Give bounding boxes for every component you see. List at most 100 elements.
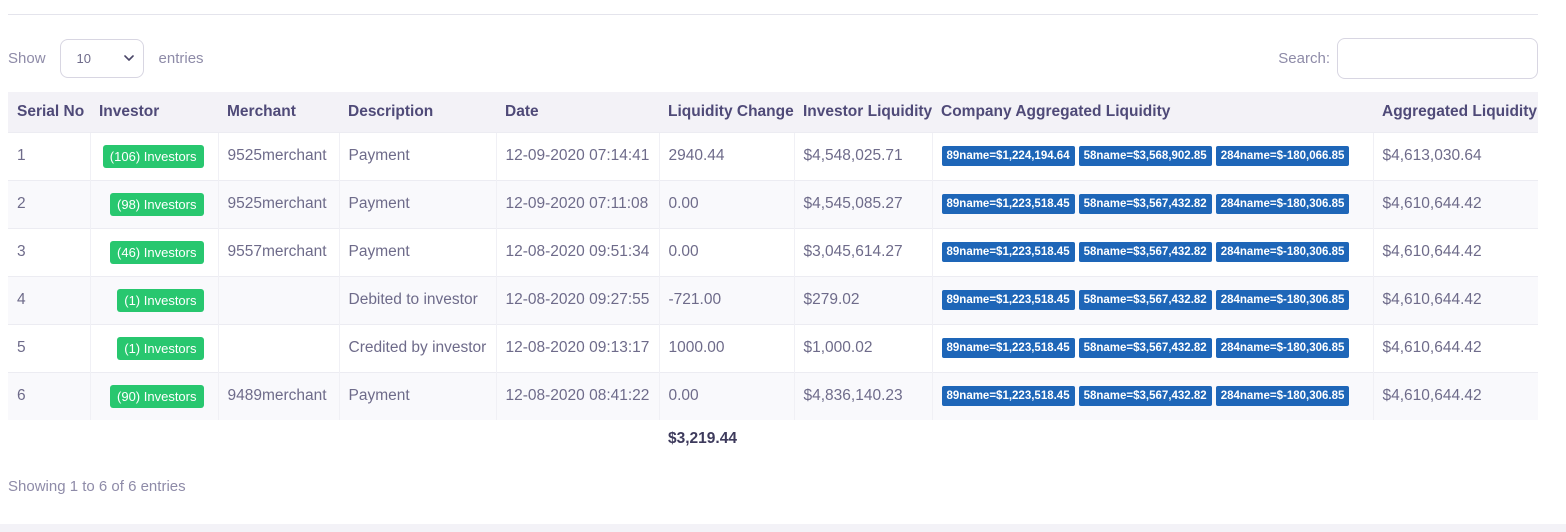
company-liquidity-badge: 58name=$3,567,432.82 [1078, 194, 1212, 214]
header-liquidity-change[interactable]: Liquidity Change [659, 92, 794, 132]
table-row: 5 (1) Investors Credited by investor 12-08-… [8, 323, 1538, 372]
liquidity-change-cell: 1000.00 [658, 323, 794, 372]
company-liquidity-badge: 89name=$1,223,518.45 [941, 242, 1075, 262]
date-cell: 12-08-2020 09:13:17 [495, 323, 659, 372]
liquidity-change-cell: 0.00 [658, 179, 794, 228]
merchant-cell: 9525merchant [217, 179, 339, 228]
description-cell: Payment [338, 371, 496, 420]
header-date[interactable]: Date [496, 92, 659, 132]
chevron-down-icon [123, 55, 134, 61]
investor-cell: (1) Investors [89, 275, 218, 324]
search-control: Search: [1278, 38, 1538, 79]
header-investor-liquidity[interactable]: Investor Liquidity [794, 92, 932, 132]
aggregated-liquidity-cell: $4,610,644.42 [1372, 323, 1538, 372]
aggregated-liquidity-cell: $4,610,644.42 [1372, 275, 1538, 324]
description-cell: Debited to investor [338, 275, 496, 324]
company-liquidity-badge: 89name=$1,223,518.45 [941, 194, 1075, 214]
date-cell: 12-09-2020 07:14:41 [495, 131, 659, 180]
header-company-aggregated-liquidity[interactable]: Company Aggregated Liquidity [932, 92, 1373, 132]
aggregated-liquidity-cell: $4,610,644.42 [1372, 371, 1538, 420]
liquidity-change-cell: 0.00 [658, 227, 794, 276]
serial-no-cell: 5 [8, 323, 90, 372]
company-liquidity-badge: 58name=$3,567,432.82 [1078, 386, 1212, 407]
aggregated-liquidity-cell: $4,610,644.42 [1372, 227, 1538, 276]
investor-cell: (106) Investors [89, 131, 218, 180]
liquidity-change-total: $3,219.44 [668, 430, 737, 447]
liquidity-change-cell: 0.00 [658, 371, 794, 420]
company-aggregated-liquidity-cell: 89name=$1,223,518.45 58name=$3,567,432.82… [931, 275, 1373, 324]
merchant-cell: 9525merchant [217, 131, 339, 180]
liquidity-change-cell: 2940.44 [658, 131, 794, 180]
investor-count-badge[interactable]: (106) Investors [102, 144, 204, 168]
liquidity-table: Serial No Investor Merchant Description … [8, 92, 1538, 458]
header-investor[interactable]: Investor [90, 92, 218, 132]
date-cell: 12-08-2020 09:27:55 [495, 275, 659, 324]
header-description[interactable]: Description [339, 92, 496, 132]
header-aggregated-liquidity[interactable]: Aggregated Liquidity [1373, 92, 1538, 132]
page-length-value: 10 [76, 50, 91, 66]
entries-label: entries [158, 49, 204, 67]
search-label: Search: [1278, 50, 1330, 67]
company-liquidity-badge: 284name=$-180,306.85 [1215, 338, 1350, 358]
date-cell: 12-08-2020 08:41:22 [495, 371, 659, 420]
top-divider [8, 14, 1538, 15]
merchant-cell: 9557merchant [217, 227, 339, 276]
description-cell: Credited by investor [338, 323, 496, 372]
company-liquidity-badge: 89name=$1,223,518.45 [941, 386, 1075, 407]
company-liquidity-badge: 58name=$3,567,432.82 [1078, 242, 1212, 262]
table-row: 4 (1) Investors Debited to investor 12-08-2… [8, 275, 1538, 324]
page-length-select[interactable]: 10 [59, 38, 144, 78]
company-liquidity-badge: 284name=$-180,066.85 [1215, 146, 1350, 166]
table-controls: Show 10 entries Search: [8, 38, 1538, 79]
liquidity-change-cell: -721.00 [658, 275, 794, 324]
table-row: 2 (98) Investors 9525merchant Payment 12-09-… [8, 179, 1538, 228]
company-liquidity-badge: 58name=$3,568,902.85 [1078, 146, 1212, 166]
investor-count-badge[interactable]: (98) Investors [110, 192, 204, 216]
table-row: 1 (106) Investors 9525merchant Payment 12-09… [8, 131, 1538, 180]
header-serial-no[interactable]: Serial No [8, 92, 90, 132]
search-input[interactable] [1337, 38, 1538, 79]
investor-liquidity-cell: $4,836,140.23 [793, 371, 932, 420]
serial-no-cell: 6 [8, 371, 90, 420]
header-merchant[interactable]: Merchant [218, 92, 339, 132]
investor-count-badge[interactable]: (1) Investors [117, 336, 204, 360]
investor-cell: (90) Investors [89, 371, 218, 420]
merchant-cell: 9489merchant [217, 371, 339, 420]
date-cell: 12-08-2020 09:51:34 [495, 227, 659, 276]
company-aggregated-liquidity-cell: 89name=$1,223,518.45 58name=$3,567,432.82… [931, 323, 1373, 372]
description-cell: Payment [338, 131, 496, 180]
investor-liquidity-cell: $4,548,025.71 [793, 131, 932, 180]
company-liquidity-badge: 58name=$3,567,432.82 [1078, 290, 1212, 310]
investor-cell: (46) Investors [89, 227, 218, 276]
investor-liquidity-cell: $279.02 [793, 275, 932, 324]
investor-liquidity-cell: $1,000.02 [793, 323, 932, 372]
investor-count-badge[interactable]: (46) Investors [110, 240, 204, 264]
description-cell: Payment [338, 227, 496, 276]
company-liquidity-badge: 89name=$1,223,518.45 [941, 290, 1075, 310]
merchant-cell [217, 323, 339, 372]
table-info: Showing 1 to 6 of 6 entries [8, 478, 186, 495]
table-row: 3 (46) Investors 9557merchant Payment 12-08-… [8, 227, 1538, 276]
description-cell: Payment [338, 179, 496, 228]
company-liquidity-badge: 284name=$-180,306.85 [1215, 386, 1350, 407]
company-liquidity-badge: 284name=$-180,306.85 [1215, 194, 1350, 214]
company-aggregated-liquidity-cell: 89name=$1,223,518.45 58name=$3,567,432.82… [931, 179, 1373, 228]
investor-liquidity-cell: $3,045,614.27 [793, 227, 932, 276]
company-aggregated-liquidity-cell: 89name=$1,224,194.64 58name=$3,568,902.85… [931, 131, 1373, 180]
table-row: 6 (90) Investors 9489merchant Payment 12-08-… [8, 371, 1538, 420]
table-header-row: Serial No Investor Merchant Description … [8, 92, 1538, 132]
company-liquidity-badge: 58name=$3,567,432.82 [1078, 338, 1212, 358]
investor-count-badge[interactable]: (90) Investors [110, 384, 204, 408]
page-length-control: Show 10 entries [8, 38, 204, 78]
investor-liquidity-cell: $4,545,085.27 [793, 179, 932, 228]
investor-count-badge[interactable]: (1) Investors [117, 288, 204, 312]
serial-no-cell: 4 [8, 275, 90, 324]
aggregated-liquidity-cell: $4,610,644.42 [1372, 179, 1538, 228]
company-liquidity-badge: 284name=$-180,306.85 [1215, 290, 1350, 310]
investor-cell: (98) Investors [89, 179, 218, 228]
company-aggregated-liquidity-cell: 89name=$1,223,518.45 58name=$3,567,432.82… [931, 371, 1373, 420]
show-label: Show [8, 49, 46, 67]
company-aggregated-liquidity-cell: 89name=$1,223,518.45 58name=$3,567,432.82… [931, 227, 1373, 276]
table-body: 1 (106) Investors 9525merchant Payment 12-09… [8, 131, 1538, 420]
aggregated-liquidity-cell: $4,613,030.64 [1372, 131, 1538, 180]
